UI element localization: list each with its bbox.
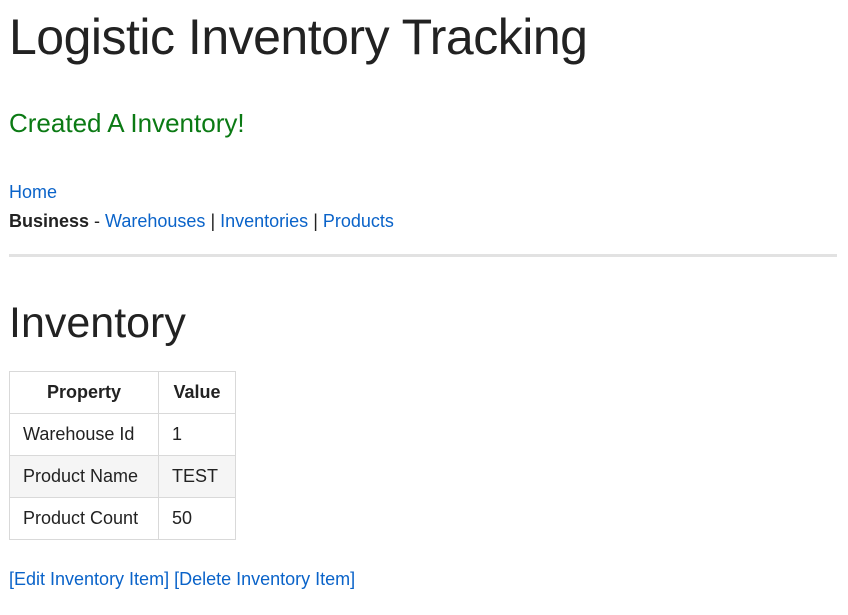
business-label: Business	[9, 211, 90, 231]
section-title: Inventory	[9, 299, 186, 347]
edit-inventory-link[interactable]: [Edit Inventory Item]	[9, 569, 169, 589]
table-header-row: Property Value	[9, 371, 236, 414]
home-link[interactable]: Home	[9, 182, 57, 202]
business-nav: Business - Warehouses | Inventories | Pr…	[9, 209, 394, 233]
site-title: Logistic Inventory Tracking	[9, 9, 588, 65]
warehouses-link[interactable]: Warehouses	[105, 211, 205, 231]
column-header-value: Value	[158, 371, 236, 414]
inventories-link[interactable]: Inventories	[220, 211, 308, 231]
horizontal-divider	[9, 254, 837, 257]
nav-home-row: Home	[9, 180, 57, 204]
table-cell-value: 50	[158, 497, 236, 540]
table-cell-property: Product Name	[9, 455, 159, 498]
table-cell-value: TEST	[158, 455, 236, 498]
table-row: Product Count 50	[9, 497, 236, 540]
nav-separator-dash: -	[89, 211, 106, 231]
table-cell-value: 1	[158, 413, 236, 456]
delete-inventory-link[interactable]: [Delete Inventory Item]	[174, 569, 355, 589]
table-row: Product Name TEST	[9, 455, 236, 498]
table-row: Warehouse Id 1	[9, 413, 236, 456]
flash-message: Created A Inventory!	[9, 108, 245, 138]
inventory-table: Property Value Warehouse Id 1 Product Na…	[9, 371, 236, 540]
table-cell-property: Product Count	[9, 497, 159, 540]
action-links: [Edit Inventory Item] [Delete Inventory …	[9, 567, 355, 591]
column-header-property: Property	[9, 371, 159, 414]
nav-separator-pipe: |	[205, 211, 221, 231]
nav-separator-pipe: |	[308, 211, 323, 231]
products-link[interactable]: Products	[323, 211, 394, 231]
table-cell-property: Warehouse Id	[9, 413, 159, 456]
